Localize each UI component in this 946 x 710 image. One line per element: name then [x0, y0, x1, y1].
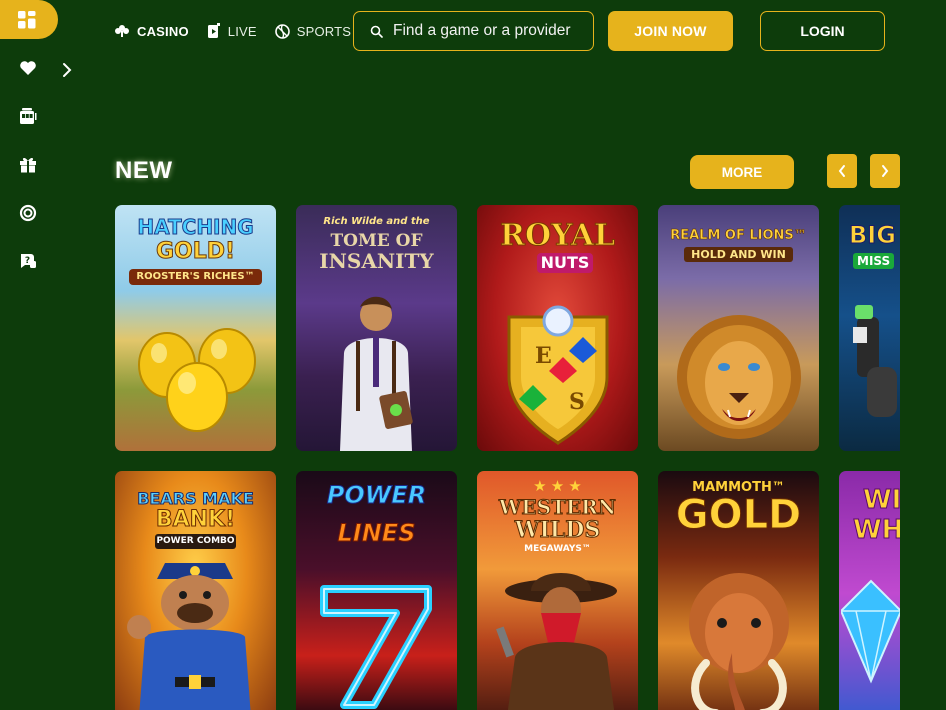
game-title-line2: GOLD!: [155, 239, 236, 264]
game-tile-bears-make-bank[interactable]: BEARS MAKE BANK! POWER COMBO: [115, 471, 276, 710]
game-tile-wild-whirl[interactable]: WI WHI: [839, 471, 900, 710]
chevron-right-icon: [63, 63, 72, 77]
top-nav: CASINO LIVE SPORTS: [114, 20, 351, 42]
sidebar: ?: [0, 0, 72, 710]
slot-machine-icon: [20, 108, 37, 124]
game-tile-royal-nuts[interactable]: ROYAL NUTS E S: [477, 205, 638, 451]
chevron-left-icon: [838, 165, 845, 177]
game-title-line2: GOLD: [675, 492, 802, 538]
nav-live[interactable]: LIVE: [207, 23, 257, 39]
prev-button[interactable]: [827, 154, 857, 188]
mammoth-art: [689, 573, 789, 710]
sidebar-item-slots[interactable]: [18, 106, 38, 126]
cards-icon: [115, 25, 129, 37]
svg-text:?: ?: [25, 256, 30, 266]
sidebar-item-help[interactable]: ?: [18, 251, 38, 271]
chevron-right-icon: [882, 165, 889, 177]
game-subtitle: MEGAWAYS™: [524, 544, 591, 554]
svg-text:E: E: [535, 343, 552, 369]
explorer-character-art: [340, 296, 413, 451]
game-tile-realm-of-lions[interactable]: REALM OF LIONS™ HOLD AND WIN: [658, 205, 819, 451]
life-ring-icon: [19, 204, 37, 222]
game-title-line2: HOLD AND WIN: [684, 247, 793, 262]
police-bear-art: [127, 563, 251, 710]
gift-icon: [20, 157, 36, 173]
stars-icon: ★ ★ ★: [533, 478, 582, 495]
neon-seven-art: [320, 585, 432, 709]
sidebar-item-promotions[interactable]: [18, 154, 38, 174]
sidebar-expand-button[interactable]: [62, 62, 78, 80]
nav-casino-label: CASINO: [137, 23, 189, 39]
game-tile-mammoth-gold[interactable]: MAMMOTH™ GOLD: [658, 471, 819, 710]
lion-art: [677, 315, 801, 439]
game-title-line2: MISS: [853, 253, 895, 269]
next-button[interactable]: [870, 154, 900, 188]
heart-icon: [20, 61, 36, 75]
nav-live-label: LIVE: [227, 23, 257, 39]
game-tile-western-wilds[interactable]: ★ ★ ★ WESTERN WILDS MEGAWAYS™: [477, 471, 638, 710]
game-title-line1: Rich Wilde and the: [323, 216, 430, 227]
golden-eggs-art: [138, 328, 256, 432]
nav-sports[interactable]: SPORTS: [274, 23, 352, 39]
search-input[interactable]: [393, 22, 583, 40]
grid-icon: [18, 10, 36, 28]
game-title-line2: WILDS: [514, 517, 601, 543]
game-subtitle: POWER COMBO: [155, 534, 236, 549]
search-icon: [370, 25, 383, 38]
nav-sports-label: SPORTS: [296, 23, 352, 39]
game-tile-hatching-gold[interactable]: HATCHING GOLD! ROOSTER'S RICHES™: [115, 205, 276, 451]
login-button[interactable]: LOGIN: [760, 11, 885, 51]
sidebar-item-favorites[interactable]: [18, 58, 38, 78]
game-title-line1: REALM OF LIONS™: [670, 228, 807, 243]
golden-shield-art: E S: [507, 305, 609, 446]
game-title-line1: BEARS MAKE: [137, 489, 255, 508]
game-tile-power-lines[interactable]: POWER LINES: [296, 471, 457, 710]
game-grid: HATCHING GOLD! ROOSTER'S RICHES™ Rich Wi…: [115, 205, 900, 710]
live-cards-icon: [207, 23, 220, 38]
game-title-line1: HATCHING: [137, 215, 254, 239]
more-button[interactable]: MORE: [690, 155, 794, 189]
join-now-button[interactable]: JOIN NOW: [608, 11, 733, 51]
svg-text:S: S: [569, 389, 585, 415]
game-title-line1: BIG: [849, 221, 897, 249]
game-title-line1: WI: [862, 485, 900, 515]
help-chat-icon: ?: [21, 254, 36, 268]
game-title-line1: WESTERN: [498, 495, 617, 519]
sidebar-item-games[interactable]: [0, 0, 58, 39]
sidebar-item-support[interactable]: [18, 203, 38, 223]
game-tile-big-mission[interactable]: BIG MISS: [839, 205, 900, 451]
game-subtitle: ROOSTER'S RICHES™: [129, 269, 262, 285]
game-title-line2: BANK!: [155, 507, 236, 532]
game-tile-tome-of-insanity[interactable]: Rich Wilde and the TOME OF INSANITY: [296, 205, 457, 451]
ball-icon: [274, 23, 290, 39]
section-title: NEW: [115, 157, 173, 184]
game-title-line2: WHI: [852, 515, 900, 545]
game-title-line1: POWER: [326, 481, 427, 509]
game-title-line3: INSANITY: [319, 249, 434, 273]
cowboy-art: [496, 573, 617, 710]
diamond-art: [841, 579, 900, 684]
nav-casino[interactable]: CASINO: [114, 24, 189, 39]
search-box[interactable]: [353, 11, 594, 51]
robot-art: [853, 305, 897, 417]
game-title-line2: NUTS: [537, 253, 593, 273]
game-title-line2: TOME OF: [330, 231, 423, 251]
game-title-line2: LINES: [337, 519, 416, 547]
game-title-line1: ROYAL: [500, 218, 616, 253]
